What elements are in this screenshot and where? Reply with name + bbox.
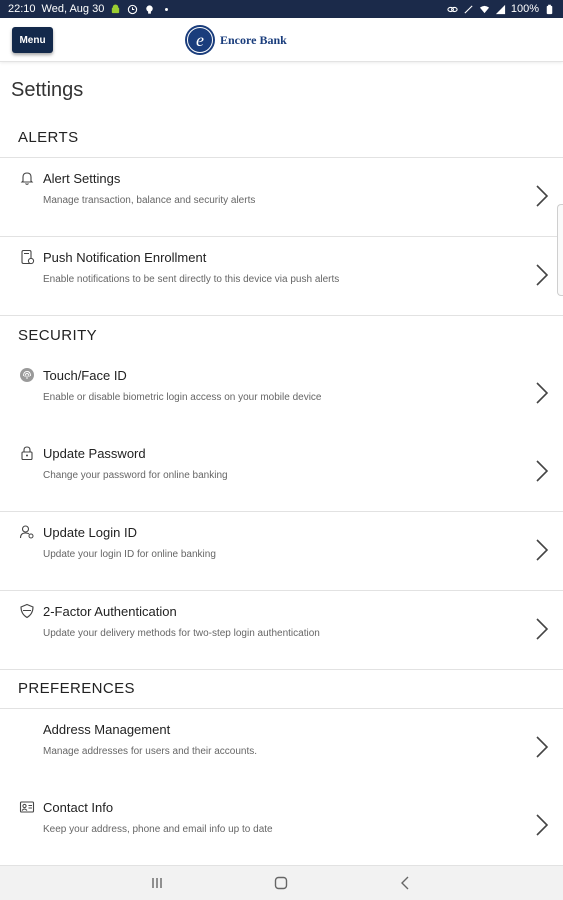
chevron-right-icon[interactable] bbox=[535, 263, 549, 287]
app-header: Menu e Encore Bank bbox=[0, 18, 563, 62]
setting-row-push-notification[interactable]: Push Notification Enrollment Enable noti… bbox=[0, 237, 563, 316]
lock-icon bbox=[18, 444, 35, 461]
setting-description: Change your password for online banking bbox=[43, 470, 228, 481]
mute-icon bbox=[463, 4, 474, 15]
setting-row-contact-info[interactable]: Contact Info Keep your address, phone an… bbox=[0, 787, 563, 866]
menu-button[interactable]: Menu bbox=[12, 27, 53, 53]
link-icon bbox=[447, 4, 458, 15]
setting-row-2-factor-auth[interactable]: 2-Factor Authentication Update your deli… bbox=[0, 591, 563, 670]
chevron-right-icon[interactable] bbox=[535, 184, 549, 208]
user-key-icon bbox=[18, 523, 35, 540]
home-icon[interactable] bbox=[272, 874, 290, 892]
setting-title: 2-Factor Authentication bbox=[43, 604, 177, 619]
chevron-right-icon[interactable] bbox=[535, 813, 549, 837]
status-bar-left: 22:10 Wed, Aug 30 bbox=[8, 3, 172, 15]
setting-description: Update your delivery methods for two-ste… bbox=[43, 628, 320, 639]
status-time: 22:10 bbox=[8, 3, 36, 15]
status-bar: 22:10 Wed, Aug 30 100% bbox=[0, 0, 563, 18]
setting-description: Manage transaction, balance and security… bbox=[43, 195, 256, 206]
wifi-icon bbox=[479, 4, 490, 15]
contact-card-icon bbox=[18, 798, 35, 815]
setting-description: Keep your address, phone and email info … bbox=[43, 824, 273, 835]
setting-title: Update Login ID bbox=[43, 525, 137, 540]
chevron-right-icon[interactable] bbox=[535, 459, 549, 483]
back-icon[interactable] bbox=[396, 874, 414, 892]
battery-level: 100% bbox=[510, 3, 539, 15]
svg-text:e: e bbox=[196, 30, 204, 50]
setting-row-touch-face-id[interactable]: Touch/Face ID Enable or disable biometri… bbox=[0, 355, 563, 434]
brand-logo[interactable]: e Encore Bank bbox=[184, 24, 287, 56]
encore-logo-icon: e bbox=[185, 25, 215, 55]
signal-icon bbox=[495, 4, 506, 15]
chevron-right-icon[interactable] bbox=[535, 538, 549, 562]
setting-title: Contact Info bbox=[43, 800, 114, 815]
chevron-right-icon[interactable] bbox=[535, 617, 549, 641]
setting-row-alert-settings[interactable]: Alert Settings Manage transaction, balan… bbox=[0, 158, 563, 237]
setting-row-update-password[interactable]: Update Password Change your password for… bbox=[0, 433, 563, 512]
page-title: Settings bbox=[11, 79, 84, 101]
shield-icon bbox=[18, 602, 35, 619]
brand-name: Encore Bank bbox=[220, 32, 287, 47]
setting-title: Update Password bbox=[43, 446, 146, 461]
recents-icon[interactable] bbox=[148, 874, 166, 892]
setting-description: Update your login ID for online banking bbox=[43, 549, 216, 560]
android-icon bbox=[110, 3, 121, 15]
setting-description: Enable or disable biometric login access… bbox=[43, 392, 322, 403]
status-bar-right: 100% bbox=[447, 3, 555, 15]
chevron-right-icon[interactable] bbox=[535, 381, 549, 405]
section-header-security: SECURITY bbox=[0, 316, 563, 356]
setting-row-update-login-id[interactable]: Update Login ID Update your login ID for… bbox=[0, 512, 563, 591]
setting-title: Address Management bbox=[43, 722, 171, 737]
section-header-alerts: ALERTS bbox=[0, 118, 563, 158]
setting-row-address-management[interactable]: Address Management Manage addresses for … bbox=[0, 709, 563, 788]
dot-icon bbox=[161, 4, 172, 15]
setting-title: Alert Settings bbox=[43, 171, 121, 186]
setting-title: Push Notification Enrollment bbox=[43, 250, 207, 265]
clock-icon bbox=[127, 4, 138, 15]
setting-description: Enable notifications to be sent directly… bbox=[43, 274, 340, 285]
fingerprint-icon bbox=[18, 366, 35, 383]
phone-notification-icon bbox=[18, 248, 35, 265]
system-nav-bar bbox=[0, 866, 563, 900]
battery-icon bbox=[544, 4, 555, 15]
scrollbar-handle[interactable] bbox=[557, 204, 563, 296]
status-date: Wed, Aug 30 bbox=[41, 3, 105, 15]
setting-description: Manage addresses for users and their acc… bbox=[43, 746, 258, 757]
bell-icon bbox=[18, 169, 35, 186]
setting-title: Touch/Face ID bbox=[43, 368, 127, 383]
bulb-icon bbox=[144, 4, 155, 15]
section-header-preferences: PREFERENCES bbox=[0, 669, 563, 709]
chevron-right-icon[interactable] bbox=[535, 735, 549, 759]
